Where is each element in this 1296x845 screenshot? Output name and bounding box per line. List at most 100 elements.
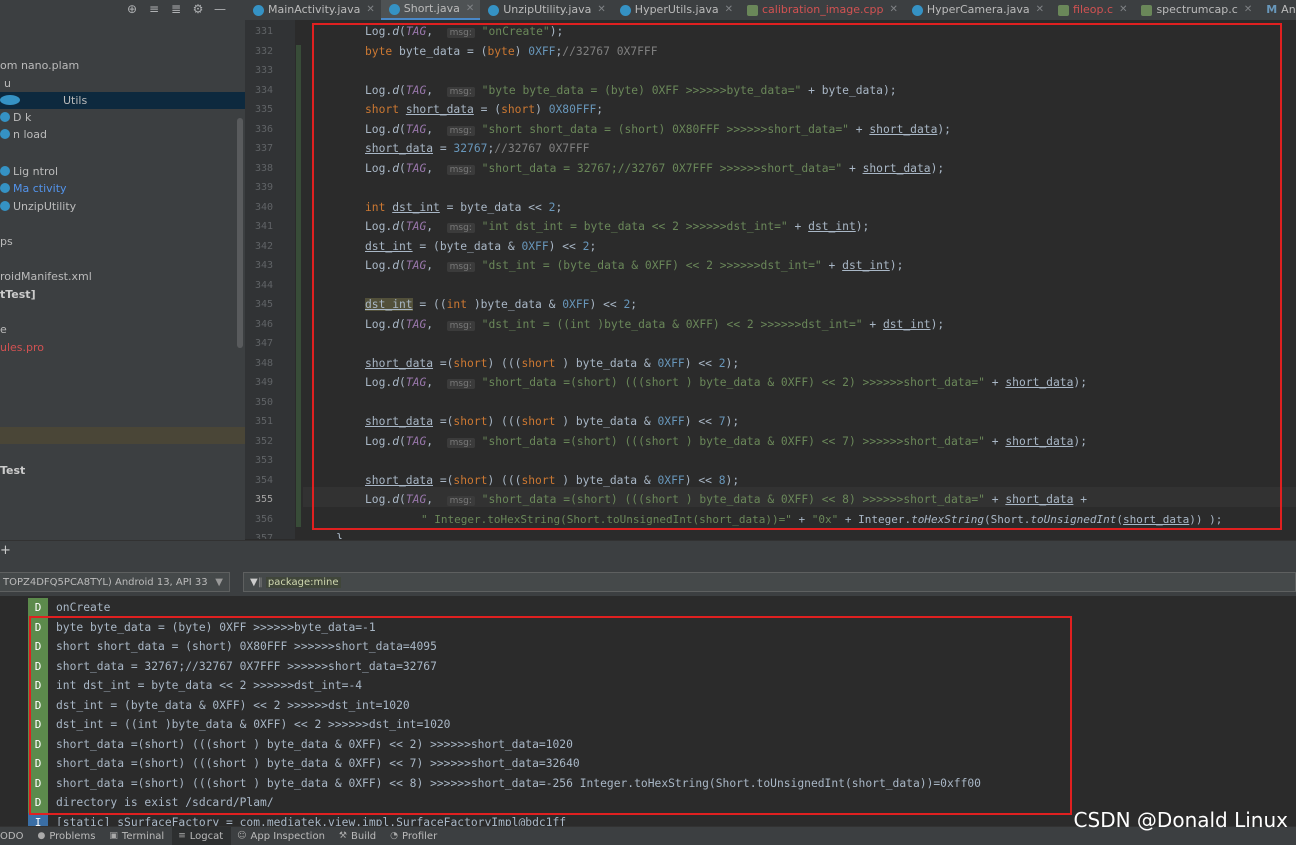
tab-mainactivity[interactable]: MainActivity.java ✕ xyxy=(245,0,381,20)
tool-tab-label: Profiler xyxy=(401,830,438,842)
sidebar-scrollbar[interactable] xyxy=(237,118,243,348)
collapse-all-icon[interactable]: ≣ xyxy=(169,2,183,16)
tree-item[interactable]: om nano.plam xyxy=(0,57,79,74)
close-icon[interactable]: ✕ xyxy=(466,0,474,19)
line-number: 357 xyxy=(254,533,273,539)
java-class-icon xyxy=(911,4,923,16)
tool-tab-label: Terminal xyxy=(121,830,165,842)
tree-item[interactable]: Lig ntrol xyxy=(0,163,58,180)
tab-fileop[interactable]: fileop.c ✕ xyxy=(1050,0,1133,20)
tree-item[interactable]: u xyxy=(4,75,11,92)
tab-app-inspection[interactable]: ☺ App Inspection xyxy=(231,827,333,845)
tab-label: Android.mk xyxy=(1281,3,1296,16)
line-number: 335 xyxy=(254,104,273,115)
line-number: 342 xyxy=(254,240,273,252)
tool-tab-label: Problems xyxy=(49,830,96,842)
hammer-icon: ⚒ xyxy=(338,831,347,841)
tab-hypercamera[interactable]: HyperCamera.java ✕ xyxy=(904,0,1050,20)
tool-tab-label: App Inspection xyxy=(250,830,325,842)
tab-logcat[interactable]: ≡ Logcat xyxy=(172,827,232,845)
line-number: 340 xyxy=(254,201,273,213)
tree-item[interactable]: Test xyxy=(0,462,25,479)
tab-label: spectrumcap.c xyxy=(1156,3,1238,16)
line-number: 350 xyxy=(254,396,273,408)
java-class-icon xyxy=(0,183,10,193)
close-icon[interactable]: ✕ xyxy=(725,0,733,20)
tree-item[interactable]: Ma ctivity xyxy=(0,180,67,197)
log-row: DonCreate xyxy=(0,598,1296,618)
line-number: 353 xyxy=(254,455,273,466)
tree-item[interactable]: UnzipUtility xyxy=(0,198,76,215)
close-icon[interactable]: ✕ xyxy=(1119,0,1127,20)
tree-item-label: UnzipUtility xyxy=(13,200,77,213)
tab-label: calibration_image.cpp xyxy=(762,3,884,16)
profiler-icon: ◔ xyxy=(390,831,398,841)
tree-item-label: Lig ntrol xyxy=(13,165,59,178)
tab-label: HyperUtils.java xyxy=(634,3,719,16)
line-number-current: 355 xyxy=(254,494,273,505)
line-number: 346 xyxy=(254,318,273,330)
line-number: 348 xyxy=(254,357,273,369)
line-number: 339 xyxy=(254,182,273,193)
tree-item-label: n load xyxy=(13,128,47,141)
tab-hyperutils[interactable]: HyperUtils.java ✕ xyxy=(612,0,739,20)
close-icon[interactable]: ✕ xyxy=(597,0,605,20)
makefile-icon: M xyxy=(1266,3,1278,16)
tab-spectrumcap[interactable]: spectrumcap.c ✕ xyxy=(1133,0,1258,20)
close-icon[interactable]: ✕ xyxy=(1036,0,1044,20)
tab-problems[interactable]: ● Problems xyxy=(31,827,103,845)
tree-item-selected[interactable]: Utils xyxy=(0,92,245,109)
tree-item[interactable]: e xyxy=(0,321,7,338)
tree-item[interactable]: roidManifest.xml xyxy=(0,268,92,285)
java-class-icon xyxy=(253,4,264,16)
watermark: CSDN @Donald Linux xyxy=(1073,808,1288,832)
tab-unziputility[interactable]: UnzipUtility.java ✕ xyxy=(480,0,612,20)
project-toolbar: ⊕ ≡ ≣ ⚙ — xyxy=(125,0,227,18)
close-icon[interactable]: ✕ xyxy=(1244,0,1252,20)
tree-item[interactable]: ules.pro xyxy=(0,339,44,356)
java-class-icon xyxy=(0,112,10,122)
tab-todo[interactable]: ODO xyxy=(0,827,31,845)
add-icon[interactable]: + xyxy=(0,543,11,558)
tree-item[interactable]: ps xyxy=(0,233,13,250)
tree-item[interactable]: tTest] xyxy=(0,286,36,303)
tab-label: fileop.c xyxy=(1073,3,1114,16)
tab-profiler[interactable]: ◔ Profiler xyxy=(384,827,445,845)
line-number: 333 xyxy=(254,65,273,76)
tab-short[interactable]: Short.java ✕ xyxy=(380,0,481,20)
tab-calibration-image[interactable]: calibration_image.cpp ✕ xyxy=(739,0,904,20)
logcat-icon: ≡ xyxy=(178,831,186,841)
java-class-icon xyxy=(0,201,10,211)
tool-tab-label: ODO xyxy=(0,830,24,842)
line-number: 344 xyxy=(254,279,273,291)
device-selector[interactable]: TOPZ4DFQ5PCA8TYL) Android 13, API 33 ▼ xyxy=(0,572,230,592)
line-number: 343 xyxy=(254,260,273,271)
chevron-down-icon: ▼ xyxy=(215,577,223,588)
tab-label: Short.java xyxy=(403,2,460,15)
code-line: } xyxy=(336,532,343,539)
line-number: 334 xyxy=(254,84,273,96)
tab-label: UnzipUtility.java xyxy=(503,3,592,16)
tree-item[interactable]: n load xyxy=(0,126,47,143)
tree-item[interactable]: D k xyxy=(0,109,31,126)
tab-build[interactable]: ⚒ Build xyxy=(333,827,384,845)
expand-all-icon[interactable]: ≡ xyxy=(147,2,161,16)
tab-terminal[interactable]: ▣ Terminal xyxy=(103,827,172,845)
tree-item-label: Utils xyxy=(63,94,88,107)
hide-icon[interactable]: — xyxy=(213,2,227,16)
close-icon[interactable]: ✕ xyxy=(366,0,374,20)
locate-icon[interactable]: ⊕ xyxy=(125,2,139,16)
line-number: 337 xyxy=(254,143,273,154)
line-number: 356 xyxy=(254,513,273,525)
tab-android-mk[interactable]: MAndroid.mk✕ xyxy=(1258,0,1296,20)
tab-label: HyperCamera.java xyxy=(926,3,1030,16)
logcat-header: + xyxy=(0,540,1296,569)
project-tree-panel: ⊕ ≡ ≣ ⚙ — om nano.plam u Utils D k n loa… xyxy=(0,0,245,540)
line-number: 338 xyxy=(254,162,273,174)
line-number: 352 xyxy=(254,435,273,447)
close-icon[interactable]: ✕ xyxy=(890,0,898,20)
line-number: 351 xyxy=(254,416,273,427)
logcat-filter-input[interactable]: ▼‖ package:mine xyxy=(243,572,1296,592)
tree-item-highlight[interactable] xyxy=(0,427,245,444)
gear-icon[interactable]: ⚙ xyxy=(191,2,205,16)
